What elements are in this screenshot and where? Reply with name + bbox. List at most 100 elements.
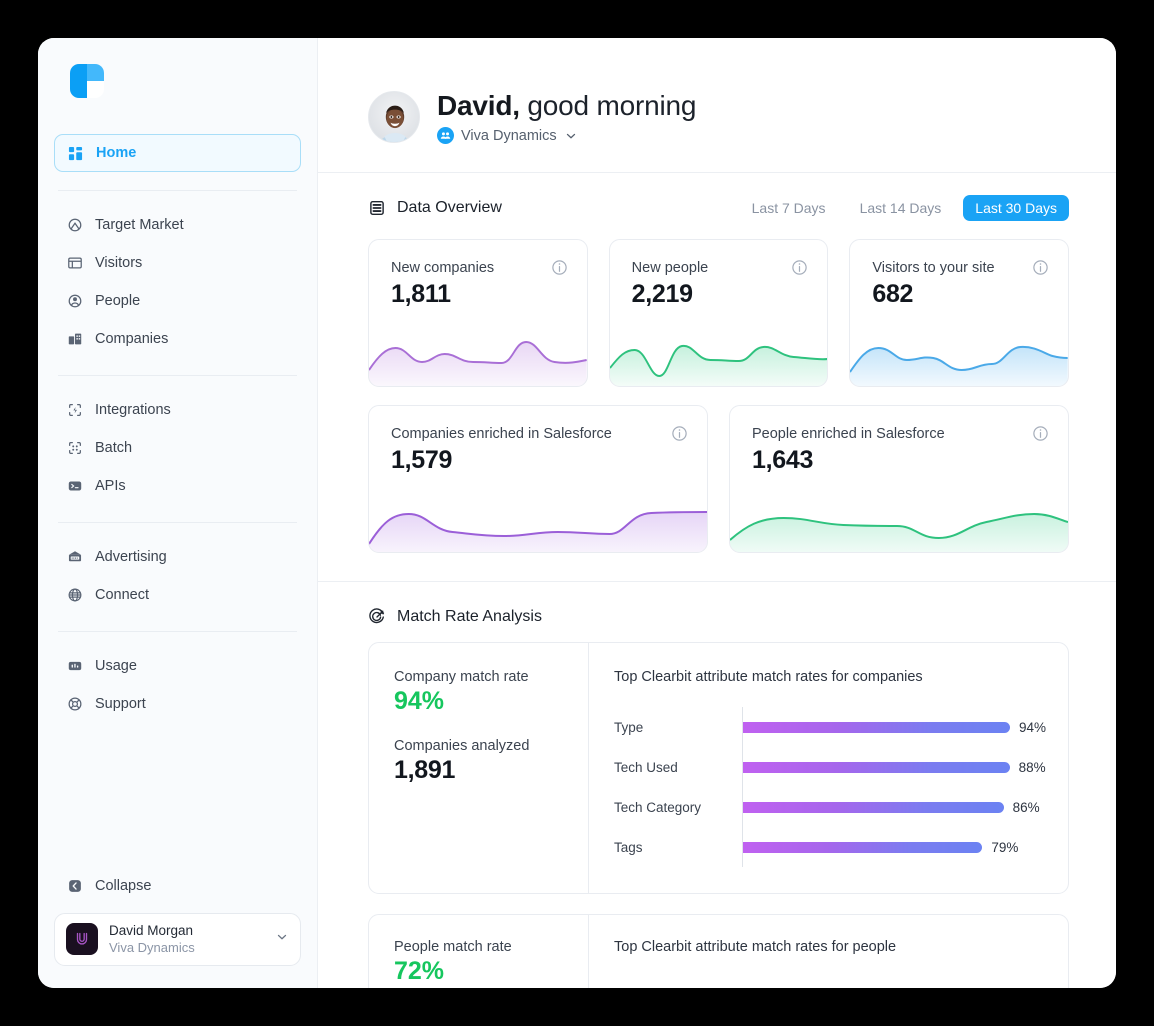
sidebar-item-advertising[interactable]: Advertising (54, 539, 301, 575)
sidebar-divider-4 (58, 631, 297, 632)
sidebar-item-support[interactable]: Support (54, 686, 301, 722)
org-selector[interactable]: Viva Dynamics (437, 127, 696, 144)
card-header: Visitors to your site (872, 259, 1049, 276)
sidebar-item-label: Visitors (95, 255, 143, 271)
sidebar-item-label: Companies (95, 331, 169, 347)
stat-label: Visitors to your site (872, 259, 995, 276)
sidebar-item-people[interactable]: People (54, 283, 301, 319)
section-title: Data Overview (397, 199, 502, 216)
stat-value: 682 (872, 280, 914, 308)
bar-track: 94% (742, 707, 1046, 747)
sidebar-item-target-market[interactable]: Target Market (54, 207, 301, 243)
bar-category-label: Tech Category (614, 799, 702, 815)
stat-value: 1,579 (391, 446, 453, 474)
companies-analyzed-value: 1,891 (394, 756, 456, 784)
info-icon[interactable] (791, 259, 808, 276)
bar-row: Tech Used 88% (614, 747, 1046, 787)
account-switcher[interactable]: David Morgan Viva Dynamics (54, 912, 301, 966)
companies-analyzed-label: Companies analyzed (394, 738, 530, 754)
nav-group-audience: Target Market Visitors People Companies (54, 201, 301, 365)
card-body: Companies enriched in Salesforce 1,579 (369, 406, 707, 475)
bar-row: Type 94% (614, 707, 1046, 747)
stat-card-new-people[interactable]: New people 2,219 (608, 239, 829, 387)
sidebar-item-label: Advertising (95, 549, 167, 565)
stat-cards-row-2: Companies enriched in Salesforce 1,579 P… (318, 387, 1116, 553)
greeting-name: David, (437, 90, 520, 121)
sidebar-item-label: Integrations (95, 402, 171, 418)
connect-globe-icon (66, 587, 83, 604)
card-header: Companies enriched in Salesforce (391, 425, 688, 442)
range-last-7-days[interactable]: Last 7 Days (740, 195, 838, 221)
org-avatar (66, 923, 98, 956)
stat-value: 2,219 (631, 280, 693, 308)
stat-card-visitors[interactable]: Visitors to your site 682 (849, 239, 1070, 387)
clearbit-logo-icon[interactable] (70, 64, 104, 98)
sidebar-item-companies[interactable]: Companies (54, 321, 301, 357)
bar-fill (743, 721, 1010, 733)
advertising-icon (66, 549, 83, 566)
sidebar-item-label: People (95, 293, 141, 309)
range-last-14-days[interactable]: Last 14 Days (848, 195, 954, 221)
bar-value-label: 86% (1012, 799, 1040, 815)
sidebar-item-batch[interactable]: Batch (54, 430, 301, 466)
sidebar-item-label: APIs (95, 478, 126, 494)
bar-row: Tech Category 86% (614, 787, 1046, 827)
bar-category-label: Type (614, 719, 644, 735)
info-icon[interactable] (671, 425, 688, 442)
sidebar-divider-3 (58, 522, 297, 523)
info-icon[interactable] (1032, 259, 1049, 276)
card-body: New people 2,219 (610, 240, 828, 309)
usage-icon (66, 658, 83, 675)
bar-fill (743, 801, 1004, 813)
chart-title: Top Clearbit attribute match rates for p… (614, 939, 897, 955)
card-body: People enriched in Salesforce 1,643 (730, 406, 1068, 475)
sidebar-item-label: Connect (95, 587, 150, 603)
companies-icon (66, 331, 83, 348)
people-match-rate-label: People match rate (394, 939, 512, 955)
stat-label: New people (631, 259, 709, 276)
stat-label: New companies (391, 259, 495, 276)
stat-cards-row-1: New companies 1,811 New people 2,219 Vis… (318, 221, 1116, 387)
bar-value-label: 79% (991, 839, 1019, 855)
batch-icon (66, 440, 83, 457)
sidebar-item-visitors[interactable]: Visitors (54, 245, 301, 281)
apis-icon (66, 478, 83, 495)
sidebar-item-apis[interactable]: APIs (54, 468, 301, 504)
people-match-rate-value: 72% (394, 957, 445, 985)
data-overview-title-group: Data Overview (368, 199, 502, 217)
info-icon[interactable] (551, 259, 568, 276)
collapse-sidebar-button[interactable]: Collapse (54, 869, 301, 903)
logo-wrap (54, 38, 301, 128)
sparkline-companies-enriched (369, 492, 707, 552)
bar-track: 88% (742, 747, 1046, 787)
grid-icon (67, 145, 84, 162)
bar-row: Tags 79% (614, 827, 1046, 867)
sidebar-item-home[interactable]: Home (54, 134, 301, 172)
sidebar-item-integrations[interactable]: Integrations (54, 392, 301, 428)
account-text: David Morgan Viva Dynamics (109, 923, 264, 956)
match-rate-header: Match Rate Analysis (318, 582, 1116, 626)
stat-card-people-enriched[interactable]: People enriched in Salesforce 1,643 (729, 405, 1069, 553)
bar-category-label: Tags (614, 839, 643, 855)
app-window: Home Target Market Visitors People Compa… (38, 38, 1116, 988)
greeting-rest: good morning (519, 90, 697, 121)
sidebar-item-usage[interactable]: Usage (54, 648, 301, 684)
chart-title: Top Clearbit attribute match rates for c… (614, 669, 923, 685)
org-group-icon (437, 127, 454, 144)
range-last-30-days[interactable]: Last 30 Days (963, 195, 1069, 221)
sidebar-item-connect[interactable]: Connect (54, 577, 301, 613)
stat-label: Companies enriched in Salesforce (391, 425, 612, 442)
company-match-rate-label: Company match rate (394, 669, 529, 685)
stat-card-new-companies[interactable]: New companies 1,811 (368, 239, 588, 387)
main-content: David, good morning Viva Dynamics Data O… (318, 38, 1116, 988)
sidebar-item-label: Target Market (95, 217, 184, 233)
bar-track: 79% (742, 827, 1046, 867)
target-market-icon (66, 217, 83, 234)
card-header: New people (632, 259, 809, 276)
sidebar: Home Target Market Visitors People Compa… (38, 38, 318, 988)
info-icon[interactable] (1032, 425, 1049, 442)
target-icon (368, 608, 386, 626)
bar-value-label: 94% (1018, 719, 1046, 735)
sparkline-visitors (850, 326, 1069, 386)
stat-card-companies-enriched[interactable]: Companies enriched in Salesforce 1,579 (368, 405, 708, 553)
